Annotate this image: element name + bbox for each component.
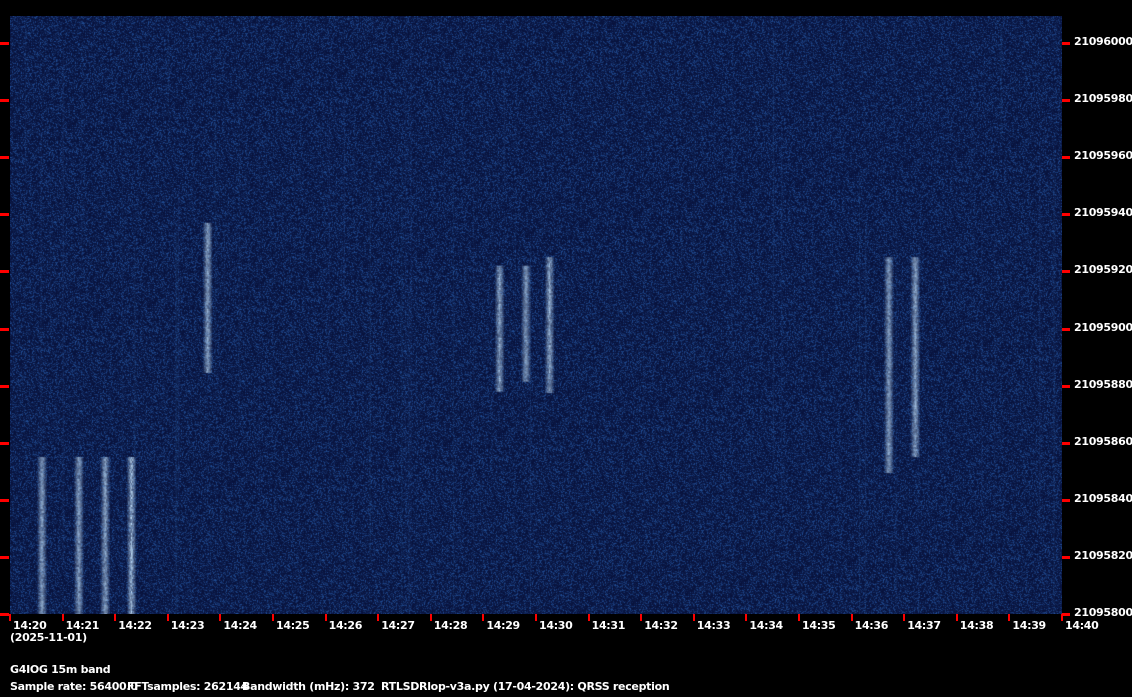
y-tick-left — [0, 555, 9, 559]
y-tick-right — [1062, 613, 1070, 616]
x-tick-label: 14:30 — [539, 619, 573, 632]
x-tick-label: 14:25 — [276, 619, 310, 632]
y-tick-label: 21095920 — [1074, 263, 1132, 277]
x-tick-label: 14:33 — [696, 619, 731, 632]
x-tick — [272, 614, 274, 621]
y-tick-left — [0, 327, 9, 331]
x-tick — [219, 614, 222, 621]
y-tick-label: 21095860 — [1074, 434, 1132, 448]
x-tick — [903, 614, 906, 621]
x-tick-label: 14:40 — [1065, 619, 1099, 632]
y-tick-right — [1062, 270, 1070, 274]
x-tick-label: 14:34 — [749, 619, 783, 632]
y-tick-right — [1062, 498, 1070, 502]
y-tick-left — [0, 441, 9, 445]
x-tick — [587, 614, 590, 621]
y-tick-left — [0, 270, 9, 274]
x-tick-label: 14:36 — [854, 619, 889, 632]
x-tick-label: 14:24 — [223, 619, 257, 632]
x-tick — [1008, 614, 1011, 621]
y-tick-label: 21095980 — [1074, 92, 1132, 106]
x-tick — [798, 614, 800, 621]
y-tick-right — [1062, 327, 1070, 331]
y-tick-right — [1062, 99, 1070, 103]
y-tick-left — [0, 613, 9, 616]
x-tick — [324, 614, 327, 621]
y-tick-left — [0, 156, 9, 160]
x-tick-label: 14:39 — [1012, 619, 1046, 632]
x-tick-label: 14:23 — [170, 619, 205, 632]
y-tick-left — [0, 213, 9, 217]
x-tick-label: 14:27 — [381, 619, 415, 632]
x-tick — [692, 614, 695, 621]
x-tick-label: 14:38 — [959, 619, 994, 632]
y-tick-label: 21095960 — [1074, 149, 1132, 163]
y-tick-left — [0, 384, 9, 388]
x-tick-label: 14:31 — [591, 619, 626, 632]
x-tick — [482, 614, 485, 621]
x-tick — [377, 614, 380, 621]
spectrogram-waterfall — [10, 16, 1062, 614]
y-tick-left — [0, 498, 9, 502]
program-label: RTLSDRlop-v3a.py (17-04-2024): QRSS rece… — [381, 680, 670, 693]
x-tick — [9, 614, 11, 621]
y-tick-right — [1062, 156, 1070, 160]
y-tick-left — [0, 99, 9, 103]
x-tick — [850, 614, 853, 621]
x-tick — [114, 614, 117, 621]
y-tick-right — [1062, 213, 1070, 217]
fft-samples-label: FFTsamples: 262144 — [127, 680, 248, 693]
x-tick — [1061, 614, 1063, 621]
y-tick-right — [1062, 42, 1070, 45]
x-tick-label: 14:35 — [802, 619, 836, 632]
y-tick-label: 21095900 — [1074, 320, 1132, 334]
x-tick — [955, 614, 958, 621]
y-tick-label: 21096000 — [1074, 35, 1132, 48]
y-tick-right — [1062, 384, 1070, 388]
date-label: (2025-11-01) — [10, 631, 87, 644]
y-tick-left — [0, 42, 9, 45]
sample-rate-label: Sample rate: 56400.0 — [10, 680, 138, 693]
station-label: G4IOG 15m band — [10, 663, 111, 676]
x-tick — [745, 614, 748, 621]
x-tick-label: 14:29 — [486, 619, 520, 632]
x-tick-label: 14:37 — [907, 619, 941, 632]
x-tick-label: 14:26 — [328, 619, 363, 632]
x-tick-label: 14:22 — [118, 619, 152, 632]
x-tick — [166, 614, 169, 621]
y-tick-label: 21095820 — [1074, 548, 1132, 562]
x-tick — [61, 614, 64, 621]
y-tick-label: 21095880 — [1074, 377, 1132, 391]
x-tick-label: 14:28 — [433, 619, 468, 632]
x-tick — [429, 614, 432, 621]
y-tick-label: 21095940 — [1074, 206, 1132, 220]
y-tick-label: 21095840 — [1074, 491, 1132, 505]
x-tick — [535, 614, 537, 621]
y-tick-right — [1062, 441, 1070, 445]
x-tick — [640, 614, 643, 621]
y-tick-right — [1062, 555, 1070, 559]
x-tick-label: 14:32 — [644, 619, 678, 632]
bandwidth-label: Bandwidth (mHz): 372 — [242, 680, 375, 693]
y-tick-label: 21095800 — [1074, 606, 1132, 619]
